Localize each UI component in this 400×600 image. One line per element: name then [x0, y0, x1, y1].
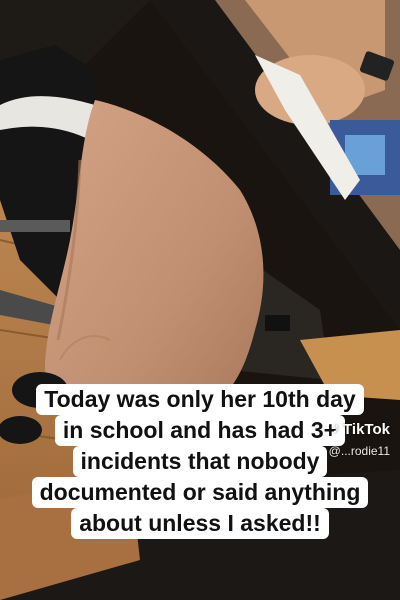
caption-overlay: Today was only her 10th day in school an…	[0, 384, 400, 539]
photo-frame: Today was only her 10th day in school an…	[0, 0, 400, 600]
caption-line: documented or said anything	[31, 477, 369, 508]
tiktok-logo-icon: ♪	[332, 420, 341, 437]
caption-line: about unless I asked!!	[71, 508, 329, 539]
tiktok-watermark: ♪ TikTok @...rodie11	[329, 420, 390, 458]
caption-line: Today was only her 10th day	[36, 384, 364, 415]
watermark-brand: TikTok	[343, 420, 390, 438]
caption-line: incidents that nobody	[72, 446, 328, 477]
caption-line: in school and has had 3+	[54, 415, 346, 446]
watermark-handle: @...rodie11	[328, 444, 390, 458]
